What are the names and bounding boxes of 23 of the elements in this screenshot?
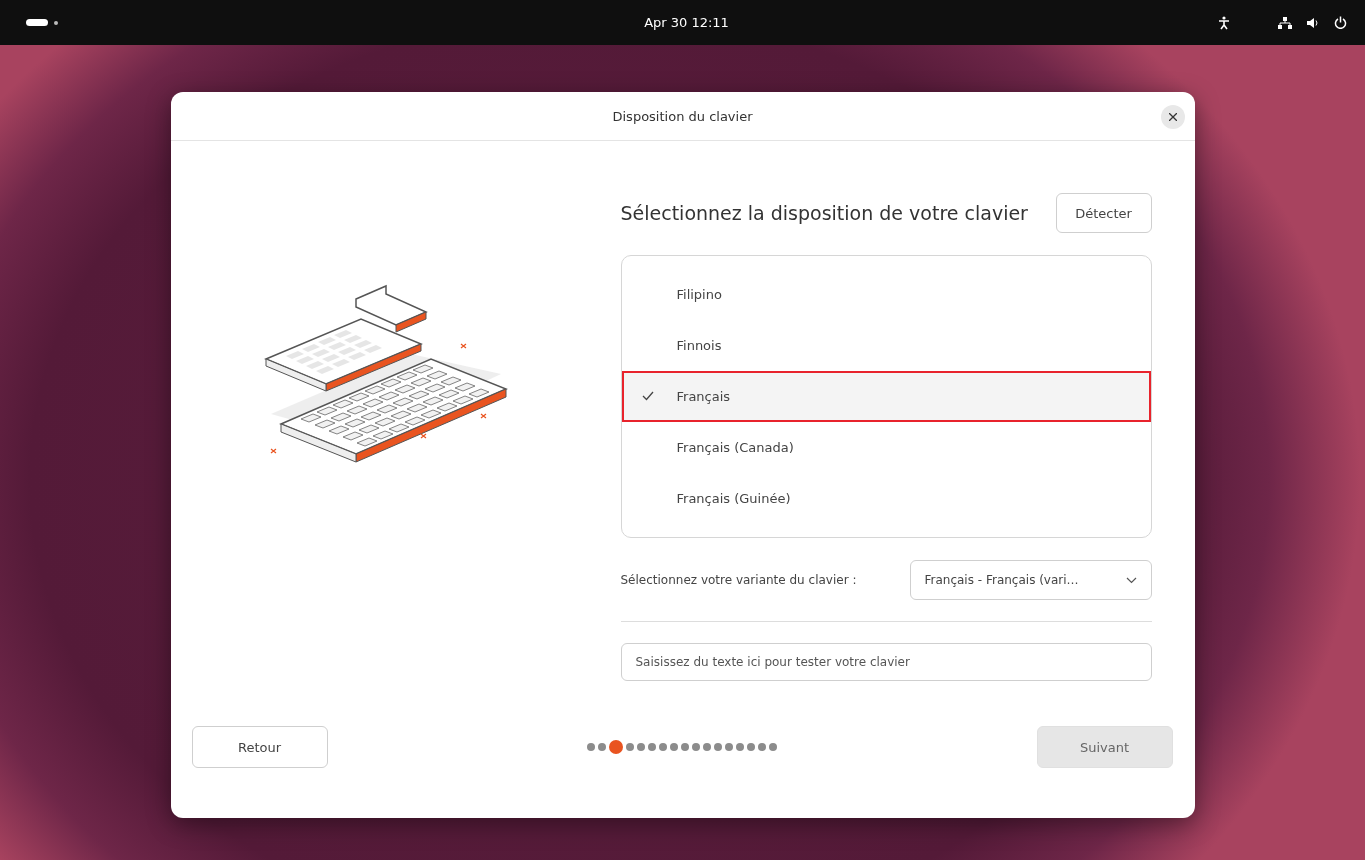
dialog-title: Disposition du clavier [612, 108, 753, 124]
network-icon[interactable] [1278, 16, 1292, 29]
check-icon [641, 391, 654, 401]
variant-dropdown[interactable]: Français - Français (vari… [909, 560, 1152, 600]
layout-item[interactable]: Français (Canada) [621, 422, 1151, 473]
variant-label: Sélectionnez votre variante du clavier : [620, 573, 857, 587]
close-button[interactable] [1160, 105, 1185, 129]
accessibility-icon[interactable] [1218, 15, 1230, 30]
clock[interactable]: Apr 30 12:11 [644, 15, 729, 30]
close-icon [1168, 113, 1177, 121]
workspace-indicator-icon[interactable] [26, 19, 48, 26]
layout-item[interactable]: Français (Guinée) [621, 473, 1151, 524]
volume-icon[interactable] [1306, 16, 1320, 29]
layout-item[interactable]: Français [621, 371, 1151, 422]
detect-button[interactable]: Détecter [1055, 193, 1152, 233]
layout-heading: Sélectionnez la disposition de votre clavier [620, 202, 1028, 224]
test-input-field[interactable]: Saisissez du texte ici pour tester votre clavier [620, 643, 1152, 681]
back-button[interactable]: Retour [191, 726, 328, 768]
power-icon[interactable] [1334, 16, 1347, 29]
chevron-down-icon [1125, 576, 1137, 584]
layout-item[interactable]: Filipino [621, 269, 1151, 320]
layout-item[interactable]: Finnois [621, 320, 1151, 371]
workspace-dot-icon[interactable] [54, 20, 58, 25]
